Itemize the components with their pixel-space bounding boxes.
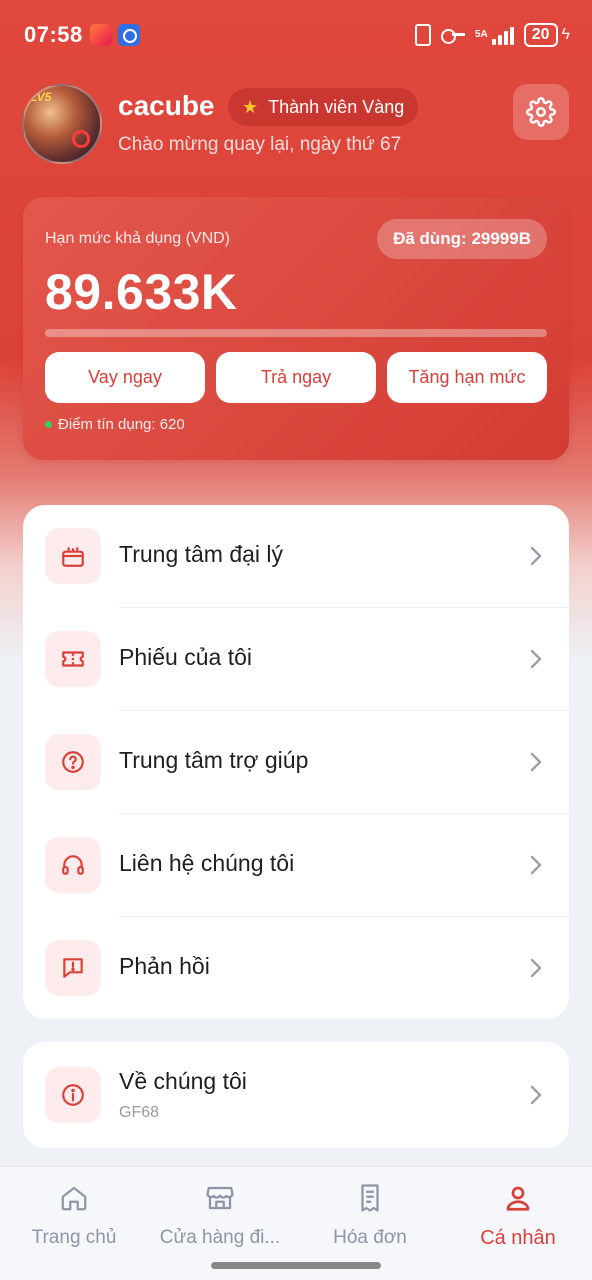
avatar-ring <box>72 130 90 148</box>
menu-icon-box <box>45 837 101 893</box>
messenger-app-icon <box>118 24 140 46</box>
nav-item-bills[interactable]: Hóa đơn <box>296 1181 444 1249</box>
menu-item-contact-us[interactable]: Liên hệ chúng tôi <box>23 814 569 917</box>
status-bar: 07:58 5A 20 ϟ <box>0 0 592 70</box>
shopping-app-icon <box>90 24 112 46</box>
status-time: 07:58 <box>24 22 83 47</box>
chevron-right-icon <box>530 855 542 875</box>
menu-item-label: Phản hồi <box>119 953 210 979</box>
feedback-icon <box>63 958 83 978</box>
chevron-right-icon <box>530 649 542 669</box>
gift-icon <box>62 547 84 567</box>
nav-label: Trang chủ <box>31 1227 117 1248</box>
ticket-icon <box>62 651 84 667</box>
menu-icon-box <box>45 528 101 584</box>
usage-progress-bar <box>45 329 547 337</box>
member-level-label: Thành viên Vàng <box>268 96 405 117</box>
limit-label: Hạn mức khả dụng (VND) <box>45 230 230 247</box>
star-icon: ★ <box>242 96 259 117</box>
credit-score: Điểm tín dụng: 620 <box>45 416 185 433</box>
menu-item-label: Phiếu của tôi <box>119 644 252 670</box>
receipt-icon <box>361 1184 379 1212</box>
charging-icon: ϟ <box>561 26 570 43</box>
user-icon <box>506 1186 530 1211</box>
status-dot <box>45 421 52 428</box>
headset-icon <box>62 855 84 875</box>
menu-item-my-vouchers[interactable]: Phiếu của tôi <box>23 608 569 711</box>
menu-item-help-center[interactable]: Trung tâm trợ giúp <box>23 711 569 814</box>
menu-item-feedback[interactable]: Phản hồi <box>23 917 569 1020</box>
menu-item-label: Liên hệ chúng tôi <box>119 850 295 876</box>
nav-item-home[interactable]: Trang chủ <box>0 1181 148 1249</box>
signal-icon <box>491 25 514 45</box>
pay-now-button[interactable]: Trả ngay <box>216 352 376 403</box>
info-icon <box>62 1084 84 1106</box>
nav-item-profile[interactable]: Cá nhân <box>444 1181 592 1250</box>
menu-item-label: Trung tâm trợ giúp <box>119 747 309 773</box>
vibrate-icon <box>414 24 431 46</box>
menu-item-about-us[interactable]: Về chúng tôi GF68 <box>23 1042 569 1148</box>
chevron-right-icon <box>530 1085 542 1105</box>
member-level-badge[interactable]: ★ Thành viên Vàng <box>228 88 419 126</box>
chevron-right-icon <box>530 752 542 772</box>
status-icons: 5A 20 ϟ <box>414 22 570 48</box>
borrow-now-button[interactable]: Vay ngay <box>45 352 205 403</box>
chevron-right-icon <box>530 546 542 566</box>
battery-level: 20 <box>523 23 558 47</box>
menu-icon-box <box>45 940 101 996</box>
nav-label: Cửa hàng đi... <box>159 1227 281 1248</box>
increase-limit-button[interactable]: Tăng hạn mức <box>387 352 547 403</box>
about-card: Về chúng tôi GF68 <box>23 1042 569 1148</box>
chevron-right-icon <box>530 958 542 978</box>
about-subtitle: GF68 <box>119 1104 160 1121</box>
nav-item-store[interactable]: Cửa hàng đi... <box>146 1181 294 1249</box>
welcome-text: Chào mừng quay lại, ngày thứ 67 <box>118 134 402 155</box>
username: cacube <box>118 90 215 121</box>
credit-score-label: Điểm tín dụng: 620 <box>58 416 185 433</box>
nav-label: Hóa đơn <box>333 1227 407 1248</box>
available-limit-value: 89.633K <box>45 264 238 320</box>
home-icon <box>61 1186 87 1211</box>
menu-item-label: Về chúng tôi <box>119 1068 247 1094</box>
network-type: 5A <box>474 29 488 40</box>
credit-actions: Vay ngay Trả ngay Tăng hạn mức <box>45 352 547 403</box>
avatar-level-badge: LV5 <box>30 90 52 104</box>
menu-icon-box <box>45 631 101 687</box>
menu-icon-box <box>45 734 101 790</box>
menu-card: Trung tâm đại lý Phiếu của tôi Trung tâm… <box>23 505 569 1019</box>
used-amount-badge: Đã dùng: 29999B <box>377 219 547 259</box>
nav-label: Cá nhân <box>480 1227 556 1249</box>
credit-limit-card: Hạn mức khả dụng (VND) Đã dùng: 29999B 8… <box>23 197 569 460</box>
menu-item-label: Trung tâm đại lý <box>119 541 284 567</box>
menu-icon-box <box>45 1067 101 1123</box>
settings-button[interactable] <box>513 84 569 140</box>
store-icon <box>206 1186 234 1210</box>
vpn-key-icon <box>440 29 465 44</box>
gear-icon <box>526 97 556 127</box>
home-indicator[interactable] <box>211 1262 381 1269</box>
menu-item-agency-center[interactable]: Trung tâm đại lý <box>23 505 569 608</box>
help-icon <box>62 751 84 773</box>
avatar[interactable]: LV5 <box>22 84 102 164</box>
